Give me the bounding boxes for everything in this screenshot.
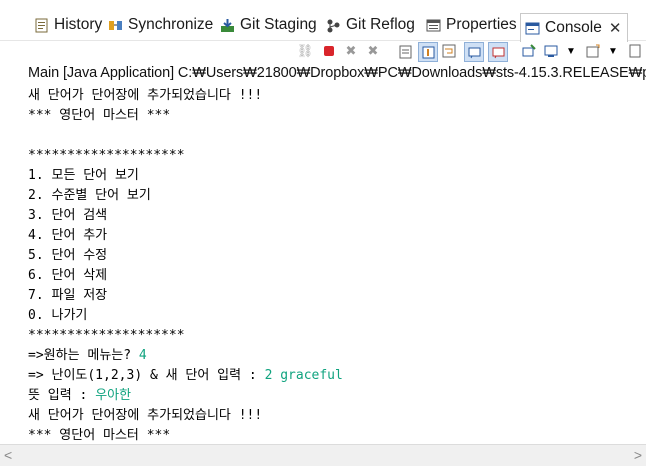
console-output-text: 0. 나가기: [28, 308, 88, 323]
scroll-lock-icon[interactable]: [418, 42, 438, 62]
tab-synchronize[interactable]: Synchronize: [108, 13, 213, 37]
chevron-down-icon[interactable]: ▼: [604, 42, 622, 60]
console-line: *** 영단어 마스터 ***: [28, 106, 646, 126]
tab-label: Synchronize: [128, 16, 214, 33]
console-line: 뜻 입력 : 우아한: [28, 386, 646, 406]
console-output-text: 새 단어가 단어장에 추가되었습니다 !!!: [28, 408, 263, 423]
terminate-icon[interactable]: [320, 42, 338, 60]
console-user-input: 2 graceful: [264, 368, 343, 383]
properties-icon: [426, 18, 441, 33]
console-line: ********************: [28, 326, 646, 346]
console-output-text: *** 영단어 마스터 ***: [28, 108, 171, 123]
synchronize-icon: [108, 18, 123, 33]
tab-properties[interactable]: Properties: [426, 13, 517, 37]
tab-label: Git Reflog: [346, 16, 415, 33]
console-icon: [525, 21, 540, 36]
tab-label: History: [54, 16, 103, 33]
tab-label: Console: [545, 19, 602, 36]
git-staging-icon: [220, 18, 235, 33]
tab-console[interactable]: Console ✕: [520, 13, 629, 42]
console-line: 6. 단어 삭제: [28, 266, 646, 286]
console-line: 0. 나가기: [28, 306, 646, 326]
console-line: 새 단어가 단어장에 추가되었습니다 !!!: [28, 86, 646, 106]
chevron-left-icon[interactable]: <: [4, 447, 12, 463]
console-line: 1. 모든 단어 보기: [28, 166, 646, 186]
console-line: 새 단어가 단어장에 추가되었습니다 !!!: [28, 406, 646, 426]
tab-git-staging[interactable]: Git Staging: [220, 13, 317, 37]
console-output-text: 1. 모든 단어 보기: [28, 168, 139, 183]
console-output-text: => 난이도(1,2,3) & 새 단어 입력 :: [28, 368, 265, 383]
chevron-down-icon[interactable]: ▼: [562, 42, 580, 60]
console-line: 2. 수준별 단어 보기: [28, 186, 646, 206]
remove-all-icon[interactable]: ✖: [364, 42, 382, 60]
console-line: 7. 파일 저장: [28, 286, 646, 306]
console-output-text: ********************: [28, 328, 185, 343]
console-output-text: *** 영단어 마스터 ***: [28, 428, 171, 443]
tab-label: Git Staging: [240, 16, 317, 33]
console-output[interactable]: 새 단어가 단어장에 추가되었습니다 !!! *** 영단어 마스터 *** ***…: [28, 86, 646, 444]
new-console-icon[interactable]: [626, 42, 644, 60]
display-console-icon[interactable]: [542, 42, 560, 60]
console-output-text: 2. 수준별 단어 보기: [28, 188, 151, 203]
show-on-stderr-icon[interactable]: [488, 42, 508, 62]
clear-console-icon[interactable]: [396, 42, 414, 60]
tab-history[interactable]: History: [34, 13, 102, 37]
console-output-text: 4. 단어 추가: [28, 228, 108, 243]
console-output-text: ********************: [28, 148, 185, 163]
console-user-input: 우아한: [95, 388, 132, 403]
console-line: *** 영단어 마스터 ***: [28, 426, 646, 444]
close-icon[interactable]: ✕: [609, 19, 622, 37]
console-toolbar: ⛓ ✖ ✖ ▼ ▼: [0, 42, 646, 64]
console-output-text: 7. 파일 저장: [28, 288, 108, 303]
console-line: =>원하는 메뉴는? 4: [28, 346, 646, 366]
console-output-text: =>원하는 메뉴는?: [28, 348, 139, 363]
remove-launch-icon[interactable]: ✖: [342, 42, 360, 60]
tab-label: Properties: [446, 16, 517, 33]
git-reflog-icon: [326, 18, 341, 33]
link-icon[interactable]: ⛓: [296, 42, 314, 60]
open-console-icon[interactable]: [584, 42, 602, 60]
view-tab-bar: History Synchronize Git Staging Git Refl…: [0, 0, 646, 42]
word-wrap-icon[interactable]: [440, 42, 458, 60]
horizontal-scrollbar[interactable]: < >: [0, 444, 646, 467]
console-line: 3. 단어 검색: [28, 206, 646, 226]
console-output-text: 새 단어가 단어장에 추가되었습니다 !!!: [28, 88, 263, 103]
console-output-text: 5. 단어 수정: [28, 248, 108, 263]
pin-console-icon[interactable]: [520, 42, 538, 60]
console-line: => 난이도(1,2,3) & 새 단어 입력 : 2 graceful: [28, 366, 646, 386]
tab-git-reflog[interactable]: Git Reflog: [326, 13, 415, 37]
console-line: ********************: [28, 146, 646, 166]
console-output-text: 6. 단어 삭제: [28, 268, 108, 283]
show-on-stdout-icon[interactable]: [464, 42, 484, 62]
launch-description: Main [Java Application] C:₩Users₩21800₩D…: [28, 65, 646, 81]
console-output-text: 뜻 입력 :: [28, 388, 96, 403]
console-line: 4. 단어 추가: [28, 226, 646, 246]
console-user-input: 4: [138, 348, 147, 363]
history-icon: [34, 18, 49, 33]
console-margin: [0, 86, 28, 444]
console-output-text: 3. 단어 검색: [28, 208, 108, 223]
bottom-edge: [0, 466, 646, 473]
console-line: 5. 단어 수정: [28, 246, 646, 266]
chevron-right-icon[interactable]: >: [634, 447, 642, 463]
